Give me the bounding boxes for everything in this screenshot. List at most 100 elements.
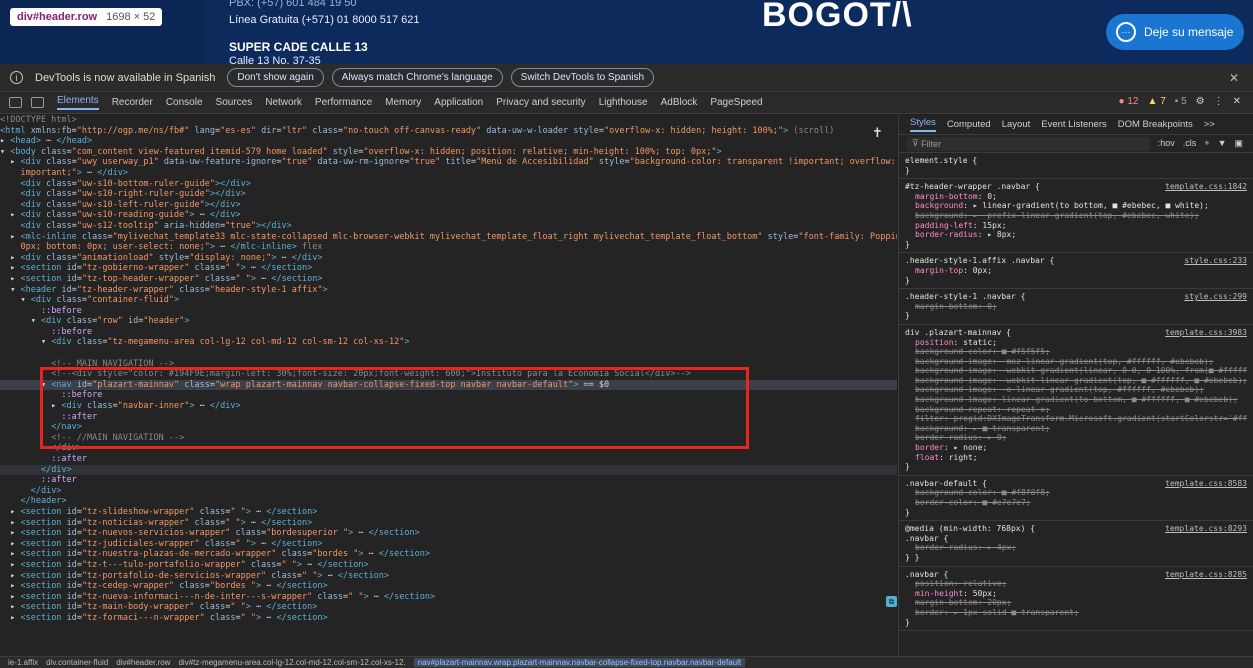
tab-adblock[interactable]: AdBlock	[661, 97, 698, 108]
style-declaration[interactable]: background-image: -webkit-linear-gradien…	[905, 376, 1247, 386]
dom-node[interactable]: ▸ <section id="tz-nueva-informaci---n-de…	[0, 592, 897, 603]
dom-node[interactable]: <!--<div style="color: #194F9E;margin-le…	[0, 369, 897, 380]
gear-icon[interactable]: ⚙	[1196, 96, 1205, 107]
inspect-element-icon[interactable]	[9, 97, 22, 108]
style-declaration[interactable]: margin-bottom: 0;	[905, 192, 1247, 202]
rule-source-link[interactable]: template.css:1842	[1165, 182, 1247, 192]
style-declaration[interactable]: background-color: ■ #f5f5f5;	[905, 347, 1247, 357]
tab-console[interactable]: Console	[166, 97, 203, 108]
dom-node[interactable]: ▾ <div class="row" id="header">	[0, 316, 897, 327]
dom-node[interactable]: ▾ <header id="tz-header-wrapper" class="…	[0, 285, 897, 296]
dom-node[interactable]: ::after	[0, 454, 897, 465]
tab-dom-breakpoints[interactable]: DOM Breakpoints	[1118, 119, 1193, 130]
style-declaration[interactable]: border-radius: ▸ 0;	[905, 433, 1247, 443]
dom-node[interactable]: ▸ <section id="tz-portafolio-de-servicio…	[0, 571, 897, 582]
style-declaration[interactable]: float: right;	[905, 453, 1247, 463]
dom-node[interactable]: ▸ <section id="tz-slideshow-wrapper" cla…	[0, 507, 897, 518]
rule-selector[interactable]: element.style {	[905, 156, 1247, 166]
style-declaration[interactable]: background-image: linear-gradient(to bot…	[905, 395, 1247, 405]
add-rule-icon[interactable]: +	[1204, 138, 1209, 149]
dom-node[interactable]: ▸ <section id="tz-judiciales-wrapper" cl…	[0, 539, 897, 550]
breadcrumb-item[interactable]: nav#plazart-mainnav.wrap.plazart-mainnav…	[413, 658, 746, 667]
rule-source-link[interactable]: style.css:233	[1184, 256, 1247, 266]
always-match-language-button[interactable]: Always match Chrome's language	[331, 68, 503, 87]
style-declaration[interactable]: position: relative;	[905, 579, 1247, 589]
dom-node[interactable]: ::before	[0, 306, 897, 317]
error-count[interactable]: ● 12	[1119, 96, 1139, 107]
style-declaration[interactable]: border: ▸ 1px solid ■ transparent;	[905, 608, 1247, 618]
rule-source-link[interactable]: style.css:299	[1184, 292, 1247, 302]
style-declaration[interactable]: padding-left: 15px;	[905, 221, 1247, 231]
style-declaration[interactable]: position: static;	[905, 338, 1247, 348]
dom-node[interactable]: ▸ <section id="tz-formaci---n-wrapper" c…	[0, 613, 897, 624]
tab-sources[interactable]: Sources	[216, 97, 253, 108]
tab-performance[interactable]: Performance	[315, 97, 372, 108]
style-declaration[interactable]: background-color: ■ #f8f8f8;	[905, 488, 1247, 498]
tab-elements[interactable]: Elements	[57, 95, 99, 110]
style-rule[interactable]: div .plazart-mainnav {template.css:3983 p…	[899, 325, 1253, 476]
style-declaration[interactable]: background: ▸ linear-gradient(to bottom,…	[905, 201, 1247, 211]
dom-node[interactable]: </div>	[0, 464, 897, 476]
tab-application[interactable]: Application	[434, 97, 483, 108]
dom-node[interactable]: ▸ <head> ⋯ </head>	[0, 136, 897, 147]
dom-node[interactable]: ▸ <div class="uw-s10-reading-guide"> ⋯ <…	[0, 210, 897, 221]
dom-node[interactable]: ::before	[0, 327, 897, 338]
dom-node[interactable]: </div>	[0, 443, 897, 454]
leave-message-button[interactable]: ··· Deje su mensaje	[1106, 14, 1244, 50]
dom-node[interactable]: ::after	[0, 412, 897, 423]
style-declaration[interactable]: background: ▸ -prefix-linear-gradient(to…	[905, 211, 1247, 221]
style-declaration[interactable]: background-image: -o-linear-gradient(top…	[905, 385, 1247, 395]
style-declaration[interactable]: margin-bottom: 0;	[905, 302, 1247, 312]
dont-show-again-button[interactable]: Don't show again	[227, 68, 324, 87]
rule-source-link[interactable]: template.css:8285	[1165, 570, 1247, 580]
style-declaration[interactable]: background-repeat: repeat-x;	[905, 405, 1247, 415]
dom-node[interactable]: <!-- //MAIN NAVIGATION -->	[0, 433, 897, 444]
more-menu-icon[interactable]: ⋮	[1214, 96, 1224, 107]
tab-layout[interactable]: Layout	[1002, 119, 1031, 130]
style-declaration[interactable]: margin-bottom: 20px;	[905, 598, 1247, 608]
dom-node[interactable]: <!DOCTYPE html>	[0, 115, 897, 126]
dom-node[interactable]: <div class="uw-s12-tooltip" aria-hidden=…	[0, 221, 897, 232]
elements-dom-tree[interactable]: <!DOCTYPE html> <html xmlns:fb="http://og…	[0, 115, 897, 656]
style-declaration[interactable]: background: ▸ ■ transparent;	[905, 424, 1247, 434]
accessibility-icon[interactable]: ✝	[872, 127, 883, 140]
dom-node[interactable]: ▸ <div class="animationload" style="disp…	[0, 253, 897, 264]
dom-node[interactable]: ▾ <body class="com_content view-featured…	[0, 147, 897, 158]
paint-icon[interactable]: ▼	[1218, 138, 1227, 149]
tab-network[interactable]: Network	[265, 97, 302, 108]
dom-node[interactable]: <div class="uw-s10-bottom-ruler-guide"><…	[0, 179, 897, 190]
dom-node[interactable]: </header>	[0, 496, 897, 507]
style-declaration[interactable]: border-radius: ▸ 4px;	[905, 543, 1247, 553]
rule-selector[interactable]: .navbar {	[905, 534, 1247, 544]
dom-node[interactable]: ▸ <section id="tz-top-header-wrapper" cl…	[0, 274, 897, 285]
close-icon[interactable]: ✕	[1229, 71, 1239, 85]
hov-toggle[interactable]: :hov	[1158, 138, 1175, 149]
rule-source-link[interactable]: template.css:8293	[1165, 524, 1247, 534]
dom-node[interactable]: <!-- MAIN NAVIGATION -->	[0, 359, 897, 370]
style-declaration[interactable]: filter: progid:DXImageTransform.Microsof…	[905, 414, 1247, 424]
dom-node[interactable]: ▸ <section id="tz-main-body-wrapper" cla…	[0, 602, 897, 613]
dom-node[interactable]: ▾ <div class="container-fluid">	[0, 295, 897, 306]
dom-node[interactable]: <html xmlns:fb="http://ogp.me/ns/fb#" la…	[0, 126, 897, 137]
style-declaration[interactable]: border-radius: ▸ 8px;	[905, 230, 1247, 240]
dom-node[interactable]: ▸ <div class="navbar-inner"> ⋯ </div>	[0, 401, 897, 412]
node-badge-icon[interactable]: ⧉	[886, 596, 897, 607]
dom-node[interactable]: ▸ <div class="uwy userway_p1" data-uw-fe…	[0, 157, 897, 168]
dom-node[interactable]	[0, 348, 897, 359]
style-rule[interactable]: element.style {}	[899, 153, 1253, 180]
rule-source-link[interactable]: template.css:3983	[1165, 328, 1247, 338]
dom-node[interactable]: ▸ <section id="tz-nuevos-servicios-wrapp…	[0, 528, 897, 539]
dom-node[interactable]: ::before	[0, 390, 897, 401]
dom-node[interactable]: 0px; bottom: 0px; user-select: none;"> ⋯…	[0, 242, 897, 253]
dom-node[interactable]: </nav>	[0, 422, 897, 433]
sidebar-toggle-icon[interactable]: ▣	[1234, 138, 1243, 149]
style-rule[interactable]: #tz-header-wrapper .navbar {template.css…	[899, 179, 1253, 254]
style-declaration[interactable]: min-height: 50px;	[905, 589, 1247, 599]
device-toolbar-icon[interactable]	[31, 97, 44, 108]
dom-node[interactable]: important;"> ⋯ </div>	[0, 168, 897, 179]
dom-node[interactable]: <div class="uw-s10-left-ruler-guide"></d…	[0, 200, 897, 211]
dom-node[interactable]: ▸ <section id="tz-nuestra-plazas-de-merc…	[0, 549, 897, 560]
tab-event-listeners[interactable]: Event Listeners	[1041, 119, 1106, 130]
breadcrumb-item[interactable]: ie-1.affix	[8, 658, 38, 667]
filter-input[interactable]: ⊽ Filter	[907, 136, 1150, 151]
